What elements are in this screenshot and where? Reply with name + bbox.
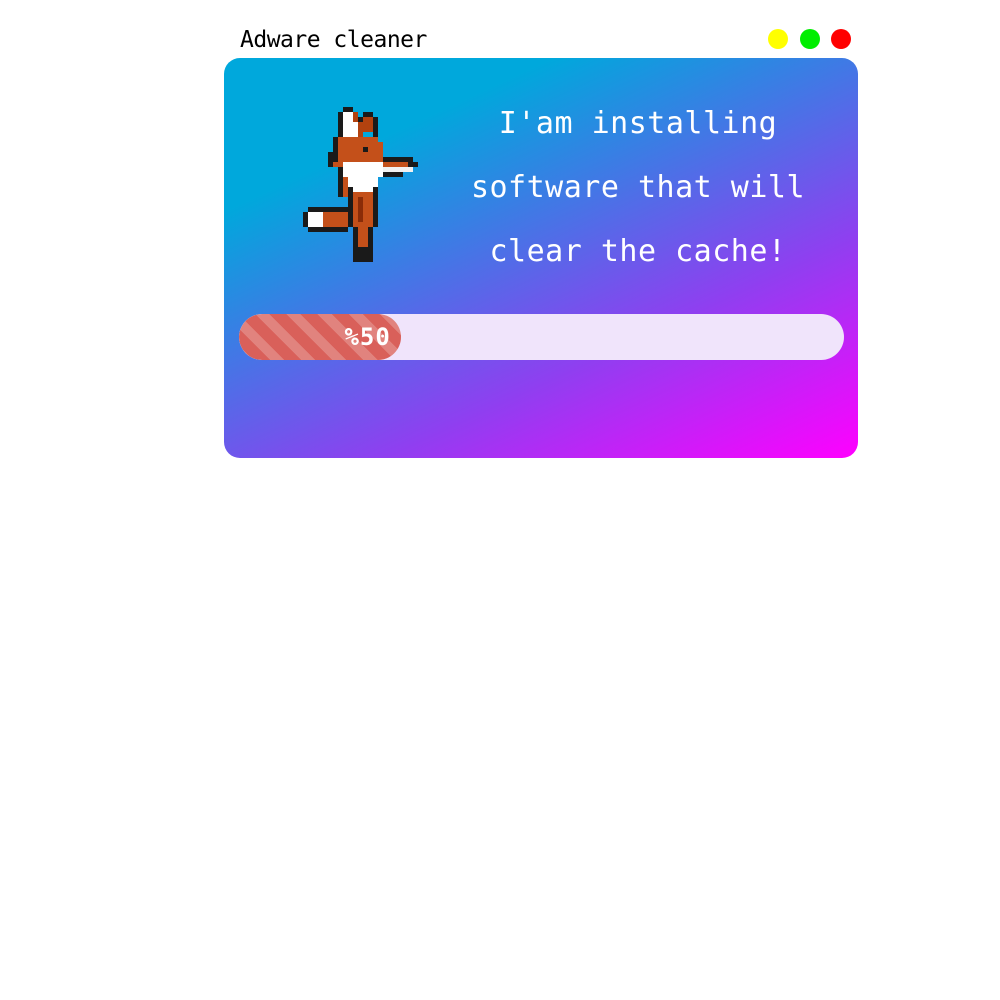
title-bar[interactable]: Adware cleaner xyxy=(224,22,858,58)
close-button[interactable] xyxy=(831,29,851,49)
progress-percent-label: %50 xyxy=(344,323,391,351)
pixel-fox-icon xyxy=(303,107,418,262)
install-progress-bar: %50 xyxy=(239,314,844,360)
maximize-button[interactable] xyxy=(800,29,820,49)
window-title: Adware cleaner xyxy=(240,27,427,53)
installer-panel: I'am installing software that will clear… xyxy=(224,58,858,458)
adware-cleaner-window: Adware cleaner I'am installing software … xyxy=(224,22,858,459)
minimize-button[interactable] xyxy=(768,29,788,49)
install-message: I'am installing software that will clear… xyxy=(470,106,806,269)
progress-fill: %50 xyxy=(239,314,401,360)
